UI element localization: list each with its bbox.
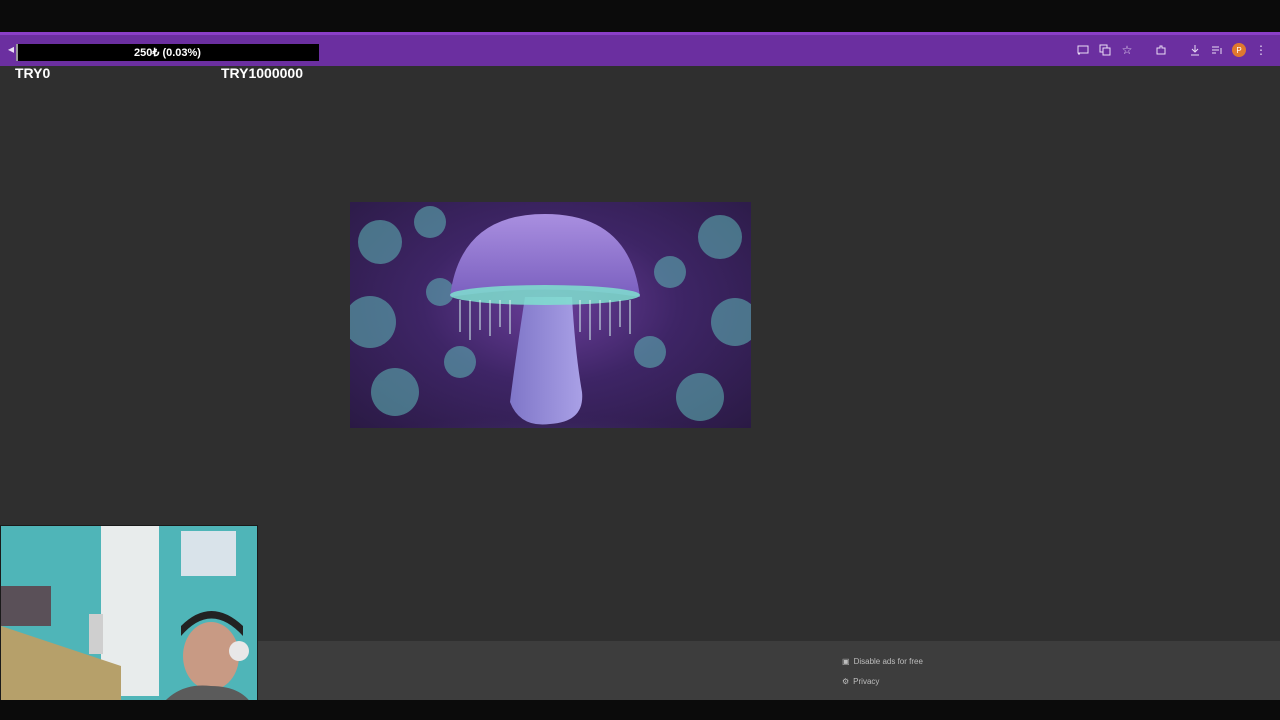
webcam-overlay xyxy=(0,525,258,720)
progress-bar-fill xyxy=(16,44,18,61)
goal-counter: TRY1000000 xyxy=(221,65,303,81)
balance-counter: TRY0 xyxy=(15,65,51,81)
media-icon[interactable] xyxy=(1206,39,1228,61)
privacy-link[interactable]: ⚙ Privacy xyxy=(842,677,879,686)
disable-ads-link[interactable]: ▣ Disable ads for free xyxy=(842,657,923,666)
ad-icon: ▣ xyxy=(842,657,850,666)
footer-bar: ▣ Disable ads for free ⚙ Privacy xyxy=(258,641,1280,700)
cast-icon[interactable] xyxy=(1072,39,1094,61)
progress-bar: 250₺ (0.03%) xyxy=(16,44,319,61)
toolbar-icons: ☆ P ⋮ xyxy=(1072,39,1272,61)
gear-icon: ⚙ xyxy=(842,677,850,686)
profile-icon[interactable]: P xyxy=(1228,39,1250,61)
mushroom-stem xyxy=(510,297,583,425)
mushroom-cap xyxy=(450,214,640,297)
progress-text: 250₺ (0.03%) xyxy=(134,47,201,59)
extension-icon[interactable] xyxy=(1150,39,1172,61)
disable-ads-label: Disable ads for free xyxy=(853,657,923,666)
mushroom-artwork[interactable] xyxy=(350,202,751,428)
menu-icon[interactable]: ⋮ xyxy=(1250,39,1272,61)
star-icon[interactable]: ☆ xyxy=(1116,39,1138,61)
privacy-label: Privacy xyxy=(853,677,880,686)
profile-avatar: P xyxy=(1232,43,1246,57)
window-top-area xyxy=(0,0,1280,32)
back-arrow-icon[interactable]: ◂ xyxy=(8,42,14,56)
download-icon[interactable] xyxy=(1184,39,1206,61)
window-bottom-area xyxy=(0,700,1280,720)
translate-icon[interactable] xyxy=(1094,39,1116,61)
mushroom-gills xyxy=(450,285,640,305)
